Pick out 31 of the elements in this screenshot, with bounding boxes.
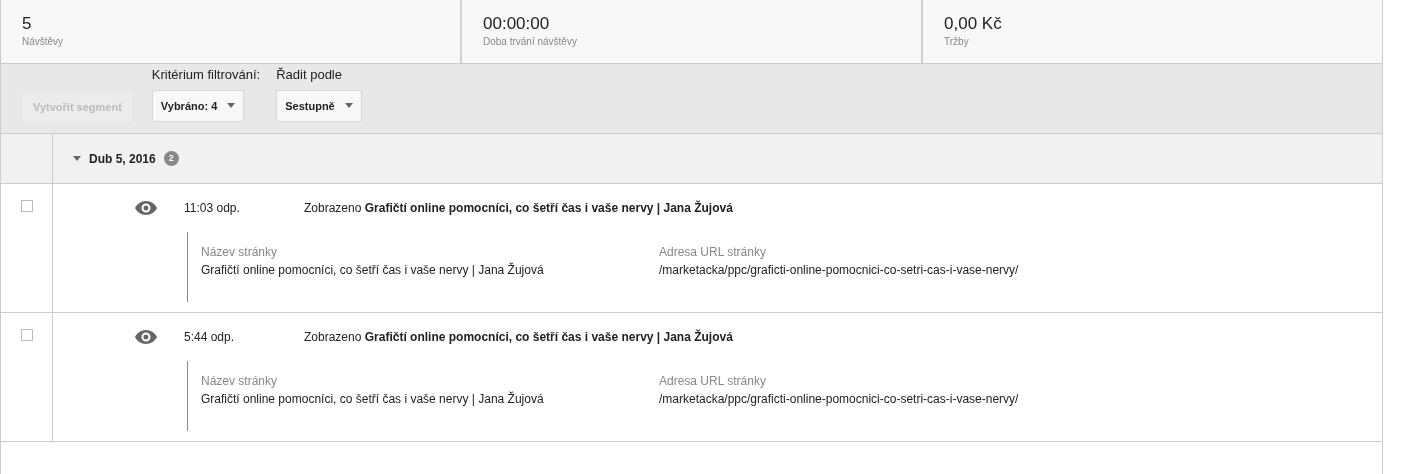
page-url: /marketacka/ppc/graficti-online-pomocnici-co-setri-cas-i-vase-nervy/ <box>659 262 1020 279</box>
caret-icon <box>227 103 236 109</box>
dropdown-button[interactable]: Vybráno: 4 <box>151 89 245 122</box>
metric-value: 0,00 Kč <box>944 14 1003 34</box>
metric-value: 00:00:00 <box>483 14 551 34</box>
event-time: 5:44 odp. <box>183 329 236 346</box>
count-badge: 2 <box>163 150 179 167</box>
metric-label: Doba trvání návštěvy <box>483 35 578 49</box>
field-label: Adresa URL stránky <box>659 244 767 261</box>
page-title: Grafičtí online pomocníci, co šetří čas i vaše nervy | Jana Žujová <box>201 390 545 408</box>
filter-label: Kritérium filtrování: <box>151 66 261 84</box>
caret-icon[interactable] <box>73 156 81 161</box>
metric-value: 5 <box>22 14 33 34</box>
eye-icon <box>135 201 157 215</box>
page-url: /marketacka/ppc/graficti-online-pomocnici-co-setri-cas-i-vase-nervy/ <box>659 391 1020 408</box>
checkbox[interactable] <box>21 200 33 212</box>
field-label: Název stránky <box>201 373 279 390</box>
event-description: Zobrazeno Grafičtí online pomocníci, co šetří čas i vaše nervy | Jana Žujová <box>304 199 733 217</box>
page-title: Grafičtí online pomocníci, co šetří čas i vaše nervy | Jana Žujová <box>201 261 545 279</box>
metric-label: Tržby <box>944 35 970 49</box>
metric-label: Návštěvy <box>22 35 65 49</box>
filter-label: Řadit podle <box>276 66 343 84</box>
checkbox[interactable] <box>21 329 33 341</box>
event-description: Zobrazeno Grafičtí online pomocníci, co šetří čas i vaše nervy | Jana Žujová <box>304 328 733 346</box>
event-time: 11:03 odp. <box>183 200 241 217</box>
caret-icon <box>344 103 353 109</box>
field-label: Název stránky <box>201 244 279 261</box>
eye-icon <box>135 330 157 344</box>
field-label: Adresa URL stránky <box>659 373 767 390</box>
dropdown-button[interactable]: Sestupně <box>276 89 362 122</box>
group-date: Dub 5, 2016 <box>89 150 156 168</box>
